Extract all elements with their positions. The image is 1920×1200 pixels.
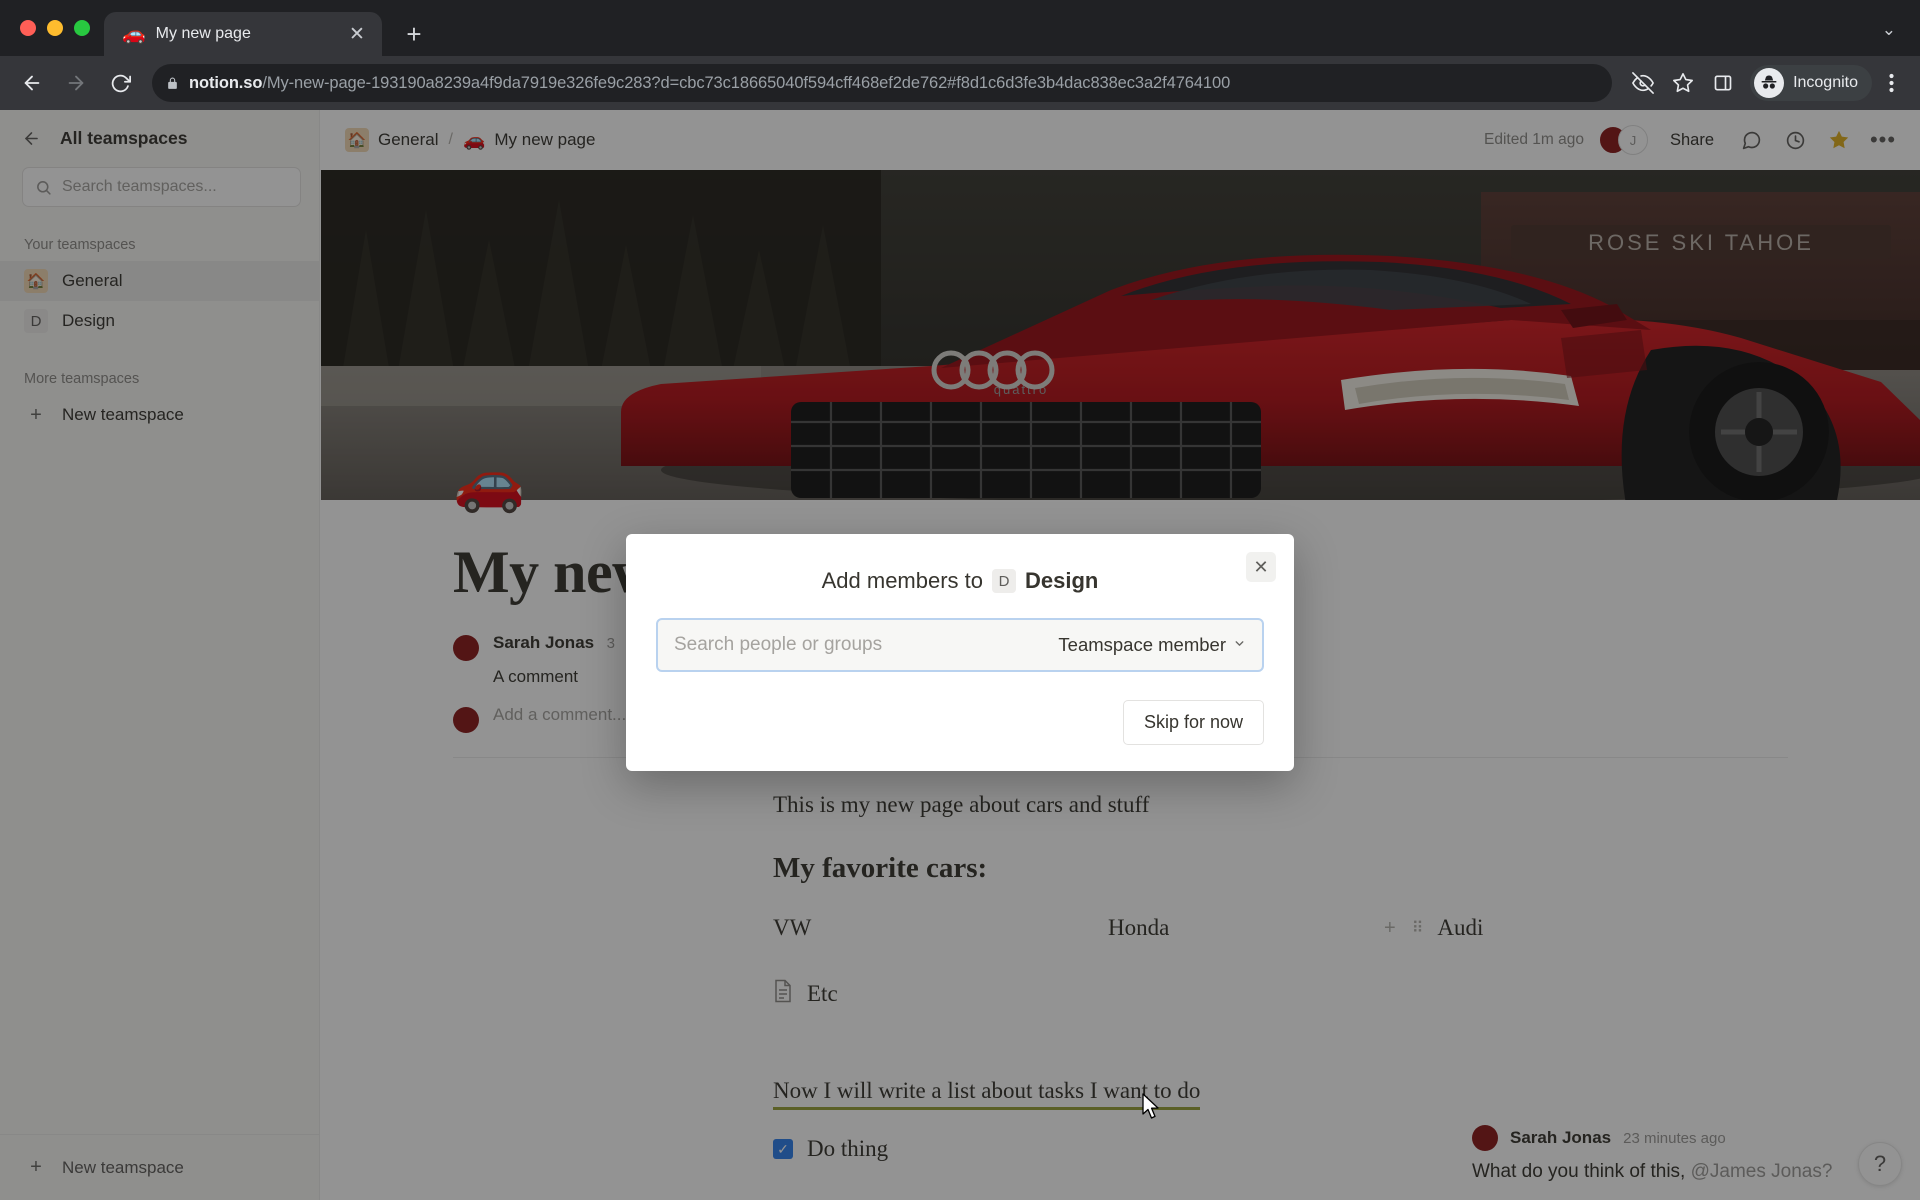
eye-slash-icon[interactable] [1624,64,1662,102]
skip-for-now-button[interactable]: Skip for now [1122,700,1264,745]
browser-menu-icon[interactable] [1874,64,1908,102]
tab-strip: 🚗 My new page ✕ + ⌄ [0,0,1920,56]
letter-d-icon: D [992,569,1017,593]
modal-title: Add members to D Design [656,568,1264,594]
back-button[interactable] [12,63,52,103]
new-tab-button[interactable]: + [392,12,436,56]
forward-button[interactable] [56,63,96,103]
browser-window: 🚗 My new page ✕ + ⌄ notion.so/My-new-pag… [0,0,1920,1200]
profile-incognito-button[interactable]: Incognito [1750,65,1872,101]
search-people-input[interactable]: Search people or groups Teamspace member [656,618,1264,672]
modal-teamspace-name: Design [1025,568,1099,593]
url-input[interactable]: notion.so/My-new-page-193190a8239a4f9da7… [152,64,1613,102]
bookmark-star-icon[interactable] [1664,64,1702,102]
address-bar: notion.so/My-new-page-193190a8239a4f9da7… [0,56,1920,110]
close-window-button[interactable] [20,20,36,36]
tab-search-chevron-down-icon[interactable]: ⌄ [1872,10,1906,50]
add-members-modal: ✕ Add members to D Design Search people … [626,534,1294,771]
role-select[interactable]: Teamspace member [1058,634,1246,656]
reload-button[interactable] [100,63,140,103]
side-panel-icon[interactable] [1704,64,1742,102]
tab-title: My new page [155,25,251,42]
url-text: notion.so/My-new-page-193190a8239a4f9da7… [189,74,1230,93]
close-icon[interactable]: ✕ [1246,552,1276,582]
search-people-placeholder: Search people or groups [674,634,883,655]
modal-title-prefix: Add members to [821,568,984,593]
url-host: notion.so [189,73,263,92]
incognito-hat-icon [1754,68,1785,98]
omnibox-actions: Incognito [1624,64,1908,102]
tab-close-icon[interactable]: ✕ [344,21,370,47]
modal-actions: Skip for now [656,700,1264,745]
notion-app: All teamspaces Search teamspaces... Your… [0,110,1920,1200]
browser-tab[interactable]: 🚗 My new page ✕ [104,12,382,56]
chevron-down-icon [1233,637,1246,653]
maximize-window-button[interactable] [74,20,90,36]
url-path: /My-new-page-193190a8239a4f9da7919e326fe… [262,73,1231,92]
window-traffic-lights [14,0,104,56]
profile-label: Incognito [1793,74,1858,91]
minimize-window-button[interactable] [47,20,63,36]
lock-icon [166,76,179,91]
tab-favicon-car-icon: 🚗 [122,23,146,45]
role-label: Teamspace member [1058,634,1226,655]
tab-strip-right: ⌄ [1872,10,1920,56]
